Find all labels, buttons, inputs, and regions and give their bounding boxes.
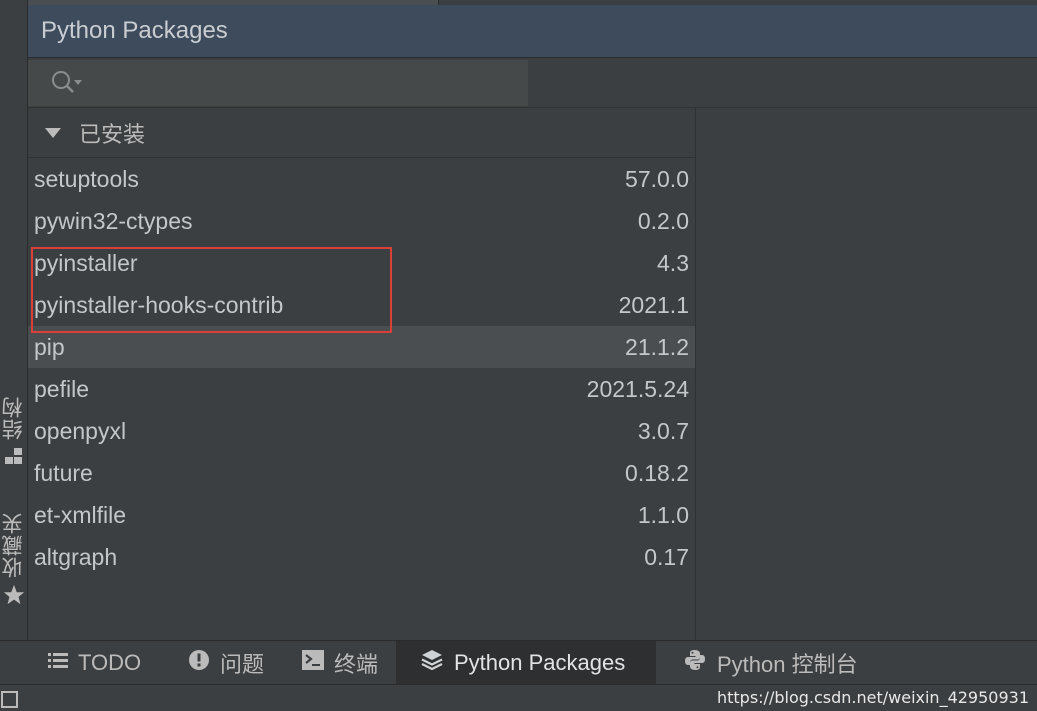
favorites-tab[interactable]: 收藏夹 [0,512,27,611]
tab-terminal[interactable]: 终端 [302,641,378,684]
star-icon [3,584,25,611]
panel-header: Python Packages [28,5,1037,58]
tab-python-console-label: Python 控制台 [717,651,858,677]
package-version: 4.3 [657,249,689,276]
package-version: 2021.5.24 [586,375,689,402]
package-row[interactable]: pefile 2021.5.24 [28,368,695,410]
favorites-tab-label: 收藏夹 [1,512,25,578]
package-version: 2021.1 [618,291,689,318]
package-row[interactable]: pyinstaller-hooks-contrib 2021.1 [28,284,695,326]
package-row[interactable]: altgraph 0.17 [28,536,695,578]
installed-group-label: 已安装 [79,121,146,147]
package-row[interactable]: pywin32-ctypes 0.2.0 [28,200,695,242]
package-name: pyinstaller-hooks-contrib [34,291,284,318]
package-name: altgraph [34,543,118,570]
package-version: 0.18.2 [625,459,689,486]
search-icon[interactable] [50,68,84,98]
package-name: pefile [34,375,89,402]
search-input[interactable] [88,62,512,104]
panel-title: Python Packages [41,17,228,44]
package-version: 0.2.0 [637,207,689,234]
package-name: pip [34,333,65,360]
tab-python-packages-label: Python Packages [454,649,626,675]
structure-icon [4,446,23,471]
package-row[interactable]: et-xmlfile 1.1.0 [28,494,695,536]
warning-icon [188,649,210,676]
installed-group-header[interactable]: 已安装 [28,108,695,158]
tab-problems-label: 问题 [220,651,265,677]
package-name: setuptools [34,165,139,192]
package-row[interactable]: setuptools 57.0.0 [28,158,695,200]
search-box[interactable] [28,60,528,106]
package-name: pyinstaller [34,249,138,276]
package-version: 21.1.2 [625,333,689,360]
tool-windows-toggle-icon[interactable] [1,691,18,708]
package-name: et-xmlfile [34,501,127,528]
package-row[interactable]: openpyxl 3.0.7 [28,410,695,452]
python-icon [683,648,707,677]
package-row-selected[interactable]: pip 21.1.2 [28,326,695,368]
ide-window: 结构 收藏夹 Python Packages 已安装 setuptools 57… [0,0,1037,711]
left-tool-strip: 结构 收藏夹 [0,0,28,640]
layers-icon [420,648,444,677]
package-name: pywin32-ctypes [34,207,193,234]
tab-terminal-label: 终端 [334,651,379,677]
package-name: openpyxl [34,417,127,444]
status-bar: https://blog.csdn.net/weixin_42950931 [0,684,1037,711]
list-icon [48,651,68,674]
tab-todo-label: TODO [78,649,142,675]
watermark-text: https://blog.csdn.net/weixin_42950931 [716,688,1029,707]
search-row [28,58,1037,108]
tab-python-packages[interactable]: Python Packages [396,641,656,684]
package-version: 0.17 [644,543,689,570]
package-row[interactable]: future 0.18.2 [28,452,695,494]
package-list-panel: 已安装 setuptools 57.0.0 pywin32-ctypes 0.2… [28,108,696,640]
tab-todo[interactable]: TODO [48,641,141,684]
structure-tab-label: 结构 [1,396,25,440]
bottom-tool-bar: TODO 问题 终端 Python Packages Python 控制台 [0,640,1037,684]
package-row[interactable]: pyinstaller 4.3 [28,242,695,284]
tab-python-console[interactable]: Python 控制台 [683,641,858,684]
structure-tab[interactable]: 结构 [0,396,27,471]
package-version: 57.0.0 [625,165,689,192]
package-version: 1.1.0 [637,501,689,528]
tab-problems[interactable]: 问题 [188,641,264,684]
chevron-down-icon[interactable] [45,127,61,138]
package-name: future [34,459,93,486]
terminal-icon [302,650,324,675]
package-details-panel [696,108,1037,640]
package-version: 3.0.7 [637,417,689,444]
